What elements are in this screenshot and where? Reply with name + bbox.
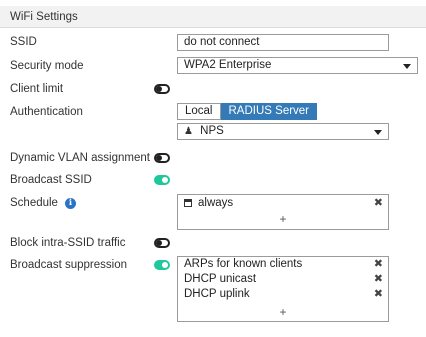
add-suppression-button[interactable]: + <box>178 305 388 319</box>
schedule-label-text: Schedule <box>10 197 58 209</box>
client-limit-toggle[interactable] <box>154 84 170 94</box>
dynamic-vlan-toggle[interactable] <box>154 153 170 163</box>
toggle-knob <box>156 155 162 161</box>
remove-icon[interactable]: ✖ <box>374 257 383 272</box>
radius-server-select[interactable]: ♟ NPS <box>177 123 389 140</box>
toggle-knob <box>156 86 162 92</box>
remove-icon[interactable]: ✖ <box>374 287 383 302</box>
calendar-icon <box>184 199 192 207</box>
ssid-value: do not connect <box>184 36 260 48</box>
dynamic-vlan-label: Dynamic VLAN assignment <box>10 152 150 164</box>
remove-icon[interactable]: ✖ <box>374 196 383 211</box>
section-title: WiFi Settings <box>10 11 78 23</box>
toggle-knob <box>162 262 168 268</box>
add-schedule-button[interactable]: + <box>178 212 388 226</box>
suppression-item-label: DHCP uplink <box>184 288 250 300</box>
block-intra-ssid-toggle[interactable] <box>154 238 170 248</box>
ssid-label: SSID <box>10 36 37 48</box>
remove-icon[interactable]: ✖ <box>374 272 383 287</box>
chevron-down-icon <box>403 64 411 69</box>
suppression-item-label: DHCP unicast <box>184 273 257 285</box>
broadcast-ssid-toggle[interactable] <box>154 175 170 185</box>
auth-radius-button[interactable]: RADIUS Server <box>220 103 318 120</box>
security-mode-label: Security mode <box>10 60 84 72</box>
broadcast-suppression-label: Broadcast suppression <box>10 259 127 271</box>
toggle-knob <box>156 240 162 246</box>
auth-local-button[interactable]: Local <box>177 103 221 120</box>
users-icon: ♟ <box>184 126 193 137</box>
list-item: ARPs for known clients ✖ <box>178 257 388 272</box>
schedule-label: Schedule i <box>10 196 76 211</box>
client-limit-label: Client limit <box>10 83 64 95</box>
chevron-down-icon <box>374 130 382 135</box>
authentication-label: Authentication <box>10 106 83 118</box>
list-item: DHCP unicast ✖ <box>178 272 388 287</box>
schedule-item-label: always <box>198 197 234 209</box>
radius-server-value: NPS <box>200 125 224 137</box>
broadcast-suppression-list: ARPs for known clients ✖ DHCP unicast ✖ … <box>177 256 389 322</box>
security-mode-value: WPA2 Enterprise <box>184 59 272 71</box>
broadcast-suppression-toggle[interactable] <box>154 260 170 270</box>
broadcast-ssid-label: Broadcast SSID <box>10 174 92 186</box>
toggle-knob <box>162 177 168 183</box>
block-intra-ssid-label: Block intra-SSID traffic <box>10 237 126 249</box>
list-item: DHCP uplink ✖ <box>178 287 388 302</box>
schedule-list: always ✖ + <box>177 194 389 230</box>
authentication-segmented-control: Local RADIUS Server <box>177 103 318 120</box>
suppression-item-label: ARPs for known clients <box>184 258 303 270</box>
security-mode-select[interactable]: WPA2 Enterprise <box>177 57 418 74</box>
list-item: always ✖ <box>178 196 388 211</box>
section-header: WiFi Settings <box>0 6 426 28</box>
info-icon[interactable]: i <box>64 198 76 209</box>
ssid-input[interactable]: do not connect <box>177 34 389 51</box>
